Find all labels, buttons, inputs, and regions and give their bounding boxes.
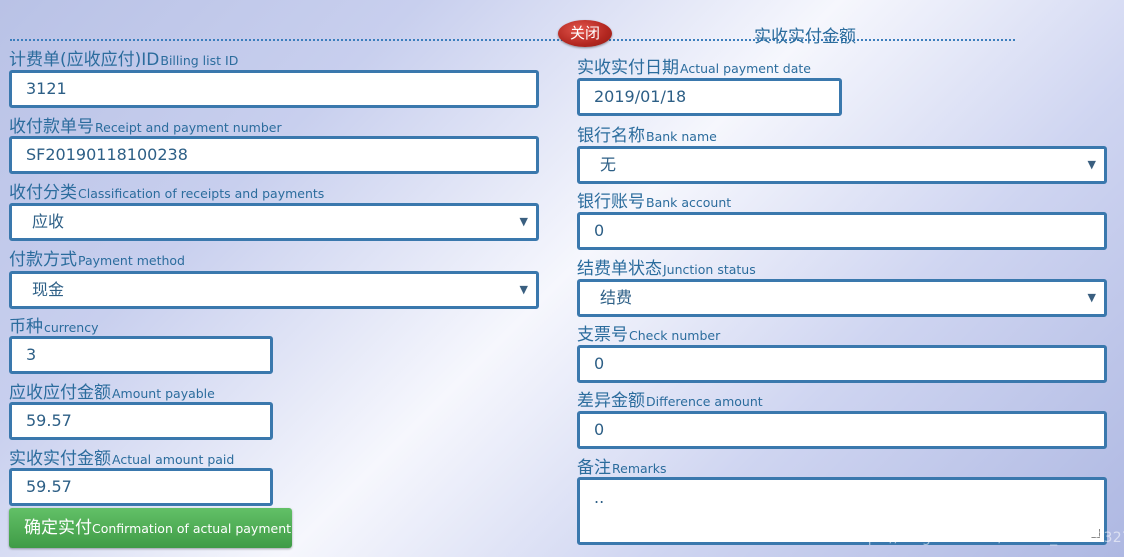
payment-date-label: 实收实付日期Actual payment date — [577, 58, 811, 78]
currency-label: 币种currency — [9, 317, 99, 337]
chevron-down-icon: ▼ — [1087, 291, 1096, 304]
bank-name-label: 银行名称Bank name — [577, 126, 717, 146]
check-number-input[interactable]: 0 — [577, 345, 1107, 383]
billing-id-label: 计费单(应收应付)IDBilling list ID — [9, 50, 239, 70]
watermark: https://blog.csdn.net/weixin_44548327 — [847, 530, 1124, 546]
actual-paid-label: 实收实付金额Actual amount paid — [9, 449, 235, 469]
actual-paid-input[interactable]: 59.57 — [9, 468, 273, 506]
receipt-number-input[interactable]: SF20190118100238 — [9, 136, 539, 174]
payment-method-value: 现金 — [32, 280, 65, 299]
classification-select[interactable]: 应收 ▼ — [9, 203, 539, 241]
classification-value: 应收 — [32, 212, 65, 231]
difference-amount-input[interactable]: 0 — [577, 411, 1107, 449]
bank-name-select[interactable]: 无 ▼ — [577, 146, 1107, 184]
billing-id-input[interactable]: 3121 — [9, 70, 539, 108]
payment-method-label: 付款方式Payment method — [9, 250, 185, 270]
junction-status-label: 结费单状态Junction status — [577, 259, 756, 279]
amount-payable-label: 应收应付金额Amount payable — [9, 383, 215, 403]
confirm-payment-button[interactable]: 确定实付Confirmation of actual payment — [9, 508, 292, 548]
bank-account-input[interactable]: 0 — [577, 212, 1107, 250]
section-title: 实收实付金额 — [754, 27, 856, 47]
junction-status-select[interactable]: 结费 ▼ — [577, 279, 1107, 317]
header-divider — [10, 39, 1015, 41]
bank-account-label: 银行账号Bank account — [577, 192, 732, 212]
bank-name-value: 无 — [600, 155, 617, 174]
chevron-down-icon: ▼ — [519, 283, 528, 296]
junction-status-value: 结费 — [600, 288, 633, 307]
classification-label: 收付分类Classification of receipts and payme… — [9, 183, 325, 203]
remarks-label: 备注Remarks — [577, 458, 667, 478]
receipt-number-label: 收付款单号Receipt and payment number — [9, 117, 282, 137]
close-button[interactable]: 关闭 — [558, 20, 612, 47]
amount-payable-input[interactable]: 59.57 — [9, 402, 273, 440]
currency-input[interactable]: 3 — [9, 336, 273, 374]
chevron-down-icon: ▼ — [519, 215, 528, 228]
remarks-value: .. — [594, 488, 605, 507]
payment-date-input[interactable]: 2019/01/18 — [577, 78, 842, 116]
difference-amount-label: 差异金额Difference amount — [577, 391, 763, 411]
payment-method-select[interactable]: 现金 ▼ — [9, 271, 539, 309]
check-number-label: 支票号Check number — [577, 325, 721, 345]
chevron-down-icon: ▼ — [1087, 158, 1096, 171]
